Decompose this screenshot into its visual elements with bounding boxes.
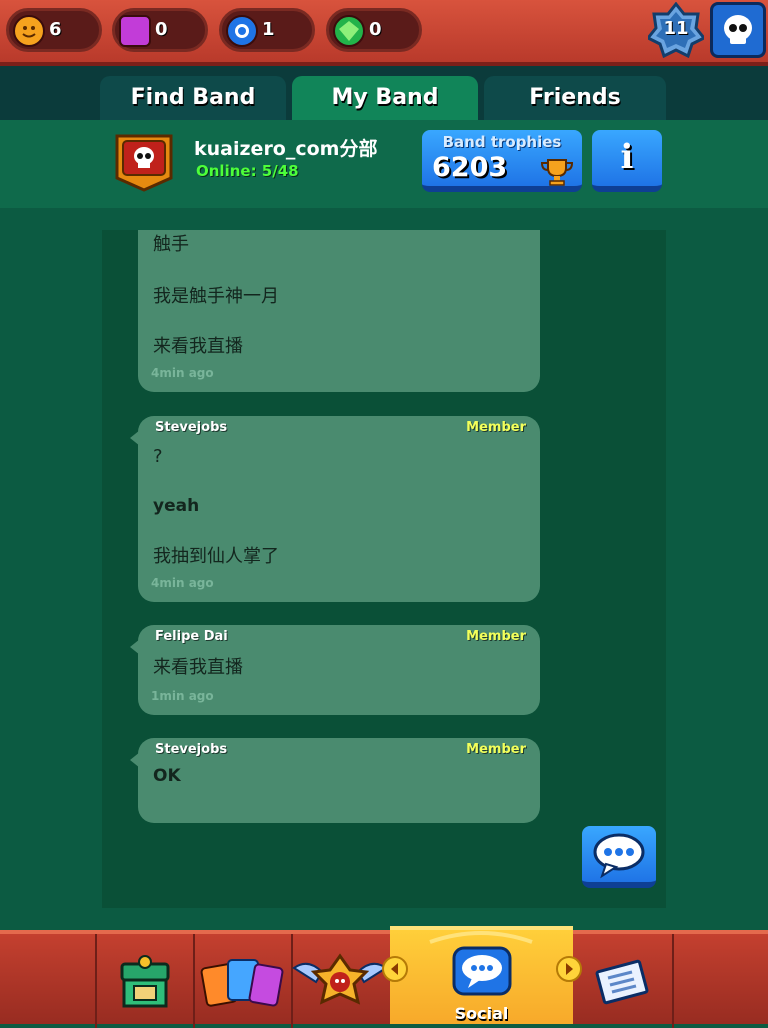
- experience-level-badge[interactable]: 11: [645, 1, 707, 59]
- message-text: 来看我直播: [153, 336, 243, 357]
- band-tabs: Find Band My Band Friends: [0, 66, 768, 120]
- send-message-button[interactable]: [582, 826, 656, 888]
- band-name: kuaizero_com分部: [194, 138, 378, 160]
- band-chat-panel[interactable]: 触手 我是触手神一月 来看我直播 4min ago Stevejobs Memb…: [102, 230, 666, 908]
- message-text: 来看我直播: [153, 657, 243, 678]
- top-resource-bar: 6 0 1 0 11: [0, 0, 768, 66]
- message-role-badge: Member: [466, 629, 526, 644]
- gem-icon: [333, 15, 365, 47]
- profile-button[interactable]: [710, 2, 766, 58]
- band-trophies-value: 6203: [432, 152, 508, 183]
- band-skull-badge-icon: [115, 134, 173, 192]
- chat-message: 触手 我是触手神一月 来看我直播 4min ago: [138, 230, 540, 392]
- nav-left-arrow-icon[interactable]: [382, 956, 408, 982]
- power-points-icon: [119, 15, 151, 47]
- message-text: 我抽到仙人掌了: [153, 546, 279, 567]
- newspaper-icon: [595, 959, 649, 1005]
- message-text: ?: [153, 446, 163, 467]
- social-chat-icon: [429, 931, 533, 996]
- nav-social[interactable]: Social: [390, 926, 573, 1024]
- message-text: yeah: [153, 496, 200, 516]
- message-sender[interactable]: Stevejobs: [155, 420, 227, 435]
- power-points-count: 0: [155, 19, 168, 40]
- token-icon: [226, 15, 258, 47]
- star-trophy-icon: [292, 953, 388, 1005]
- skull-icon: [724, 15, 752, 44]
- band-badge[interactable]: [113, 132, 175, 192]
- nav-brawlers[interactable]: [200, 952, 286, 1016]
- message-text: 我是触手神一月: [153, 286, 279, 307]
- power-points-counter[interactable]: 0: [112, 8, 208, 52]
- trophy-count: 6: [49, 19, 62, 40]
- message-text: 触手: [153, 234, 189, 255]
- chat-message: Felipe Dai Member 来看我直播 1min ago: [130, 625, 540, 715]
- trophy-counter[interactable]: 6: [6, 8, 102, 52]
- nav-brawl-pass[interactable]: [292, 952, 388, 1018]
- tokens-counter[interactable]: 1: [219, 8, 315, 52]
- tab-find-band[interactable]: Find Band: [100, 76, 286, 120]
- band-trophies-label: Band trophies: [442, 133, 562, 151]
- message-sender[interactable]: Felipe Dai: [155, 629, 228, 644]
- message-role-badge: Member: [466, 420, 526, 435]
- trophy-face-icon: [13, 15, 45, 47]
- brawler-cards-icon: [200, 959, 284, 1007]
- tokens-count: 1: [262, 19, 275, 40]
- chat-message: Stevejobs Member ? yeah 我抽到仙人掌了 4min ago: [130, 416, 540, 602]
- nav-news[interactable]: [592, 952, 652, 1012]
- band-online-count: Online: 5/48: [196, 162, 299, 180]
- message-text: OK: [153, 766, 181, 786]
- gems-count: 0: [369, 19, 382, 40]
- tab-my-band[interactable]: My Band: [292, 76, 478, 120]
- message-time: 4min ago: [151, 366, 214, 380]
- band-trophies-panel[interactable]: Band trophies 6203: [422, 130, 582, 192]
- chat-bubble-icon: [593, 833, 645, 879]
- band-info-button[interactable]: i: [592, 130, 662, 192]
- gems-counter[interactable]: 0: [326, 8, 422, 52]
- shop-icon: [120, 955, 170, 1008]
- trophy-cup-icon: [540, 159, 574, 186]
- nav-social-label: Social: [454, 1004, 509, 1023]
- message-sender[interactable]: Stevejobs: [155, 742, 227, 757]
- message-time: 1min ago: [151, 689, 214, 703]
- nav-shop[interactable]: [118, 952, 172, 1012]
- chat-message: Stevejobs Member OK: [130, 738, 540, 823]
- message-time: 4min ago: [151, 576, 214, 590]
- band-header: kuaizero_com分部 Online: 5/48 Band trophie…: [0, 120, 768, 208]
- nav-right-arrow-icon[interactable]: [556, 956, 582, 982]
- level-number: 11: [663, 18, 689, 39]
- message-role-badge: Member: [466, 742, 526, 757]
- tab-friends[interactable]: Friends: [484, 76, 666, 120]
